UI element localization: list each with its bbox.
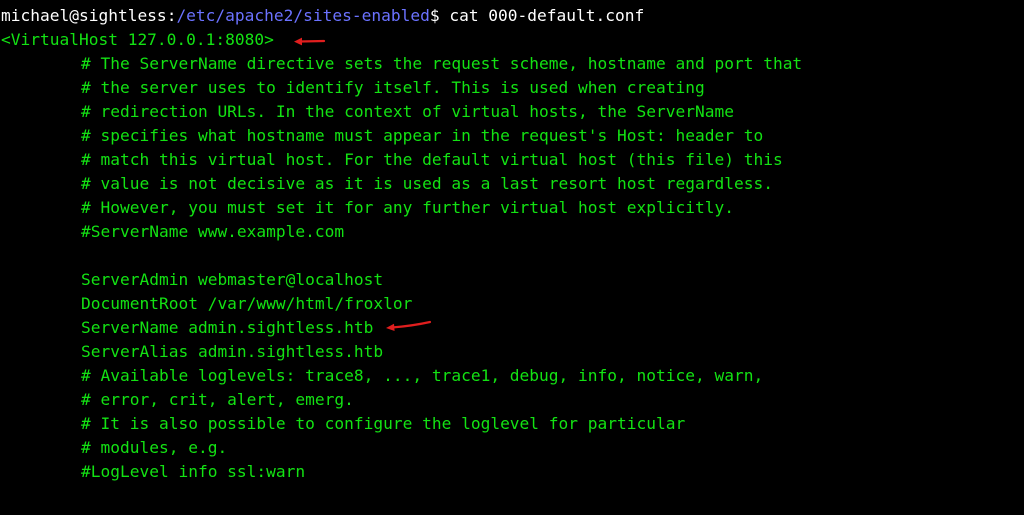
config-comment-line: # the server uses to identify itself. Th… [81, 78, 705, 97]
virtualhost-open-tag: <VirtualHost 127.0.0.1:8080> [1, 30, 274, 49]
config-server-admin: ServerAdmin webmaster@localhost [81, 270, 384, 289]
prompt-separator: : [166, 6, 177, 25]
config-comment-line: # redirection URLs. In the context of vi… [81, 102, 734, 121]
terminal-window[interactable]: michael@sightless:/etc/apache2/sites-ena… [0, 0, 1024, 515]
config-comment-line: # modules, e.g. [81, 438, 228, 457]
config-comment-line: # value is not decisive as it is used as… [81, 174, 773, 193]
prompt-user-host: michael@sightless [1, 6, 167, 25]
config-document-root: DocumentRoot /var/www/html/froxlor [81, 294, 413, 313]
prompt-line: michael@sightless:/etc/apache2/sites-ena… [1, 4, 802, 28]
prompt-command: cat 000-default.conf [439, 6, 645, 25]
config-commented-loglevel: #LogLevel info ssl:warn [81, 462, 306, 481]
config-comment-line: # Available loglevels: trace8, ..., trac… [81, 366, 764, 385]
annotation-arrow-icon [386, 320, 432, 331]
terminal-output: michael@sightless:/etc/apache2/sites-ena… [1, 4, 802, 508]
config-commented-servername: #ServerName www.example.com [81, 222, 345, 241]
config-comment-line: # The ServerName directive sets the requ… [81, 54, 803, 73]
annotation-arrow-icon [294, 37, 326, 46]
config-comment-line: # However, you must set it for any furth… [81, 198, 734, 217]
config-comment-line: # specifies what hostname must appear in… [81, 126, 764, 145]
prompt-symbol: $ [429, 6, 440, 25]
config-comment-line: # It is also possible to configure the l… [81, 414, 686, 433]
prompt-path: /etc/apache2/sites-enabled [176, 6, 430, 25]
config-comment-line: # match this virtual host. For the defau… [81, 150, 783, 169]
config-comment-line: # error, crit, alert, emerg. [81, 390, 354, 409]
config-server-alias: ServerAlias admin.sightless.htb [81, 342, 384, 361]
